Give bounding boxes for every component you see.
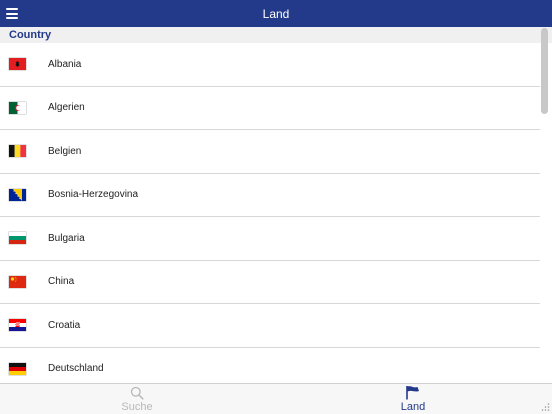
- section-header: Country: [0, 27, 552, 43]
- list-item-bosnia-herzegovina[interactable]: Bosnia-Herzegovina: [0, 173, 540, 217]
- country-name: Deutschland: [48, 363, 104, 375]
- tab-land[interactable]: Land: [363, 384, 463, 414]
- tab-suche[interactable]: Suche: [87, 384, 187, 414]
- list-item-albania[interactable]: Albania: [0, 43, 540, 87]
- flag-icon: [406, 386, 419, 400]
- list-item-algerien[interactable]: Algerien: [0, 86, 540, 130]
- tab-label: Suche: [121, 401, 153, 413]
- country-list[interactable]: Albania Algerien Belgien Bosnia-Herzegov…: [0, 43, 540, 383]
- algeria-flag-icon: [9, 101, 26, 114]
- resize-grip-icon[interactable]: [540, 402, 550, 412]
- country-name: China: [48, 276, 75, 288]
- top-bar: Land: [0, 0, 552, 27]
- list-item-bulgaria[interactable]: Bulgaria: [0, 217, 540, 261]
- belgium-flag-icon: [9, 145, 26, 158]
- country-name: Croatia: [48, 319, 81, 331]
- bulgaria-flag-icon: [9, 232, 26, 245]
- page-title: Land: [262, 6, 290, 21]
- albania-flag-icon: [9, 58, 26, 71]
- tab-bar: Suche Land: [0, 383, 552, 414]
- list-item-deutschland[interactable]: Deutschland: [0, 347, 540, 383]
- hamburger-menu-icon[interactable]: [6, 8, 18, 19]
- list-item-croatia[interactable]: Croatia: [0, 304, 540, 348]
- germany-flag-icon: [9, 362, 26, 375]
- country-name: Algerien: [48, 102, 85, 114]
- bosnia-flag-icon: [9, 188, 26, 201]
- tab-label: Land: [400, 401, 426, 413]
- search-icon: [130, 386, 144, 400]
- country-name: Bulgaria: [48, 232, 85, 244]
- country-name: Bosnia-Herzegovina: [48, 189, 139, 201]
- scrollbar-thumb[interactable]: [541, 28, 548, 114]
- croatia-flag-icon: [9, 319, 26, 332]
- list-item-china[interactable]: China: [0, 260, 540, 304]
- scrollbar[interactable]: [541, 28, 548, 383]
- china-flag-icon: [9, 275, 26, 288]
- country-name: Belgien: [48, 145, 82, 157]
- country-name: Albania: [48, 58, 82, 70]
- list-item-belgien[interactable]: Belgien: [0, 130, 540, 174]
